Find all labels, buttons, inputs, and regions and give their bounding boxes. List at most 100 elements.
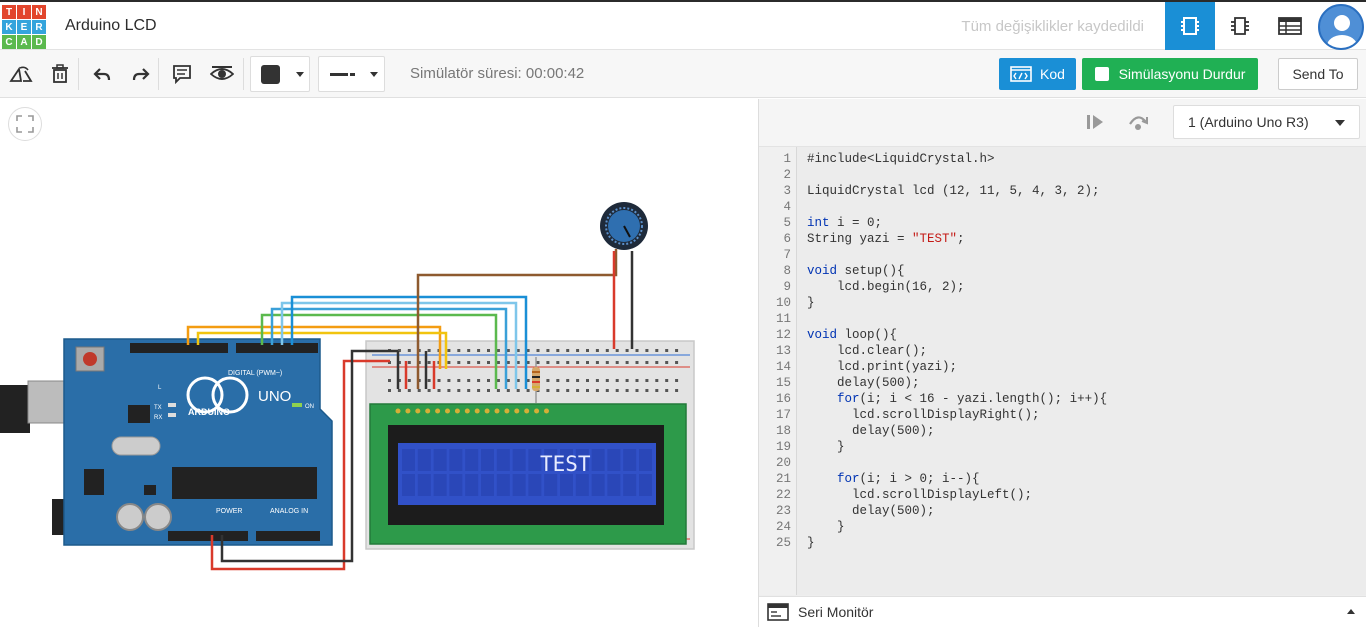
chevron-down-icon [296, 72, 304, 77]
table-icon [1278, 17, 1302, 35]
lcd-display[interactable]: TEST [369, 403, 687, 545]
code-button[interactable]: Kod [999, 58, 1076, 90]
lcd-pin [514, 408, 520, 414]
circuit-view-button[interactable] [1165, 2, 1215, 50]
breadboard-hole [487, 389, 490, 392]
step-button[interactable] [1085, 113, 1105, 136]
breadboard-hole [576, 389, 580, 392]
breadboard-hole [546, 389, 550, 392]
arduino-board[interactable]: DIGITAL (PWM~) ARDUINO UNO TX RX L ON PO… [63, 338, 333, 546]
color-swatch [261, 65, 280, 84]
breadboard-hole [427, 349, 431, 352]
chip-icon [1231, 17, 1249, 35]
simulator-time: Simülatör süresi: 00:00:42 [410, 65, 585, 82]
code-line: LiquidCrystal lcd (12, 11, 5, 4, 3, 2); [807, 184, 1100, 198]
lcd-cell [433, 474, 447, 496]
breadboard-hole [427, 361, 431, 364]
tinkercad-logo[interactable]: TIN KER CAD [2, 5, 46, 49]
breadboard-hole [645, 389, 649, 392]
delete-button[interactable] [48, 62, 72, 86]
serial-monitor-icon [767, 603, 789, 621]
code-line: delay(500); [807, 376, 920, 390]
expand-arrow-icon[interactable] [1347, 609, 1355, 614]
lcd-cell [591, 449, 605, 471]
visibility-button[interactable] [210, 62, 234, 86]
lcd-cell [544, 474, 558, 496]
breadboard-hole [417, 389, 421, 392]
breadboard-hole [407, 361, 411, 364]
line-number: 24 [775, 520, 791, 534]
digital-label: DIGITAL (PWM~) [228, 370, 282, 377]
stop-simulation-button[interactable]: Simülasyonu Durdur [1082, 58, 1258, 90]
device-selector[interactable]: 1 (Arduino Uno R3) [1173, 105, 1360, 139]
power-header [168, 531, 248, 541]
rotate-icon [9, 66, 33, 82]
breadboard-hole [536, 361, 540, 364]
step-over-button[interactable] [1127, 113, 1149, 136]
small-component [144, 485, 156, 495]
breadboard-hole [625, 349, 629, 352]
lcd-pin [534, 408, 540, 414]
code-editor-panel: 1 (Arduino Uno R3) 1 2 3 4 5 6 7 8 9 10 11 12 13 14 15… [758, 99, 1366, 627]
breadboard-hole [457, 361, 461, 364]
circuit-icon [1181, 17, 1199, 35]
lcd-pin [504, 408, 510, 414]
user-avatar[interactable] [1318, 4, 1364, 50]
serial-monitor-label: Seri Monitör [798, 604, 874, 620]
breadboard-hole [506, 389, 510, 392]
lcd-pin [464, 408, 470, 414]
app-header: TIN KER CAD Arduino LCD Tüm değişiklikler … [0, 0, 1366, 50]
breadboard-hole [388, 389, 391, 392]
line-number: 25 [775, 536, 791, 550]
code-line: lcd.begin(16, 2); [807, 280, 965, 294]
breadboard-hole [586, 379, 589, 382]
code-line: delay(500); [807, 424, 935, 438]
code-line: lcd.scrollDisplayRight(); [807, 408, 1040, 422]
potentiometer[interactable] [600, 202, 648, 250]
project-title[interactable]: Arduino LCD [65, 17, 157, 35]
breadboard-hole [665, 379, 669, 382]
chevron-down-icon [370, 72, 378, 77]
power-label: POWER [216, 508, 242, 515]
color-picker[interactable] [250, 56, 310, 92]
breadboard-hole [516, 389, 520, 392]
code-editor[interactable]: #include<LiquidCrystal.h> LiquidCrystal l… [797, 147, 1366, 595]
breadboard-hole [665, 349, 669, 352]
line-style-icon [350, 73, 355, 76]
breadboard-hole [496, 349, 500, 352]
redo-button[interactable] [129, 62, 153, 86]
breadboard-hole [427, 379, 431, 382]
breadboard-hole [625, 389, 629, 392]
breadboard-hole [645, 379, 649, 382]
breadboard-hole [467, 349, 471, 352]
stop-simulation-label: Simülasyonu Durdur [1118, 66, 1246, 82]
breadboard-hole [675, 349, 679, 352]
breadboard-hole [556, 379, 560, 382]
breadboard-hole [635, 349, 639, 352]
components-list-button[interactable] [1265, 2, 1315, 50]
breadboard-hole [576, 349, 580, 352]
wire-style-picker[interactable] [318, 56, 385, 92]
lcd-cell [496, 474, 510, 496]
breadboard-hole [556, 349, 560, 352]
breadboard-hole [586, 361, 589, 364]
circuit-canvas[interactable]: DIGITAL (PWM~) ARDUINO UNO TX RX L ON PO… [0, 99, 758, 627]
breadboard-hole [615, 379, 619, 382]
line-number: 16 [775, 392, 791, 406]
breadboard-hole [566, 389, 570, 392]
serial-monitor-bar[interactable]: Seri Monitör [759, 596, 1366, 627]
code-line: lcd.clear(); [807, 344, 928, 358]
undo-button[interactable] [90, 62, 114, 86]
breadboard-hole [566, 361, 570, 364]
breadboard-hole [645, 349, 649, 352]
rx-led [168, 413, 176, 417]
logo-letter: D [32, 35, 46, 49]
breadboard-hole [595, 349, 599, 352]
notes-button[interactable] [170, 62, 194, 86]
send-to-button[interactable]: Send To [1278, 58, 1358, 90]
code-line: } [807, 536, 815, 550]
schematic-view-button[interactable] [1215, 2, 1265, 50]
breadboard-hole [496, 389, 500, 392]
rotate-button[interactable] [9, 62, 33, 86]
breadboard-hole [675, 389, 679, 392]
